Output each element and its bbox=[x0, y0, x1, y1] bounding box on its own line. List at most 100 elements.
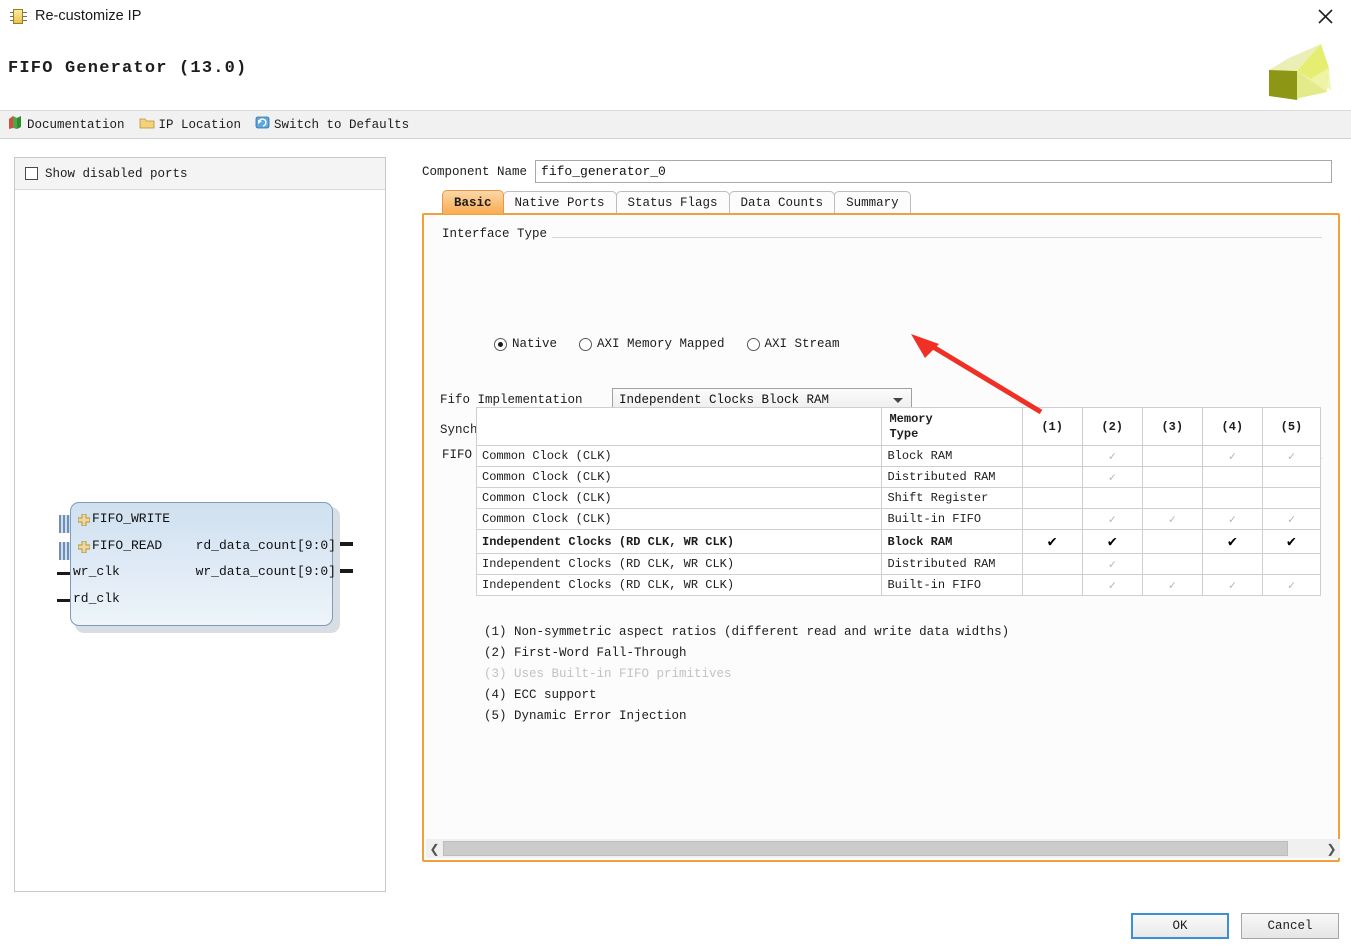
folder-icon bbox=[139, 116, 155, 134]
page-title: FIFO Generator (13.0) bbox=[8, 59, 248, 78]
chevron-left-icon[interactable]: ❮ bbox=[426, 840, 443, 857]
table-cell-memory: Block RAM bbox=[881, 445, 1023, 467]
table-cell-feature-4: ✓ bbox=[1201, 574, 1263, 596]
table-cell-memory: Block RAM bbox=[881, 529, 1023, 554]
footnote-2: (2) First-Word Fall-Through bbox=[484, 646, 687, 660]
table-cell-feature-1 bbox=[1021, 466, 1083, 488]
table-cell-feature-5: ✓ bbox=[1261, 445, 1322, 467]
scrollbar-track[interactable] bbox=[443, 841, 1323, 856]
radio-axi-memory-mapped[interactable]: AXI Memory Mapped bbox=[579, 337, 725, 351]
page-header: FIFO Generator (13.0) bbox=[0, 32, 1351, 110]
tab-summary-label: Summary bbox=[846, 196, 899, 210]
clk-pin-rd bbox=[57, 599, 70, 602]
radio-axi-stream-indicator bbox=[746, 337, 760, 351]
port-label-fifo-read: FIFO_READ bbox=[92, 538, 163, 553]
table-row: Common Clock (CLK) Block RAM ✓ ✓ ✓ bbox=[475, 445, 1322, 467]
config-area: Component Name Basic Native Ports Status… bbox=[420, 157, 1340, 892]
port-label-rd-clk: rd_clk bbox=[73, 591, 120, 606]
table-row: Independent Clocks (RD CLK, WR CLK) Block… bbox=[475, 529, 1322, 554]
table-cell-feature-1 bbox=[1021, 508, 1083, 530]
ip-location-label: IP Location bbox=[158, 117, 242, 132]
radio-native[interactable]: Native bbox=[494, 337, 557, 351]
show-disabled-ports-label: Show disabled ports bbox=[45, 166, 188, 181]
expand-icon-fifo-write[interactable] bbox=[77, 513, 91, 527]
table-cell-feature-3 bbox=[1141, 529, 1203, 554]
tab-native-ports[interactable]: Native Ports bbox=[502, 191, 617, 214]
table-cell-feature-5: ✔ bbox=[1261, 529, 1322, 554]
table-cell-feature-3 bbox=[1141, 487, 1203, 509]
table-cell-feature-4 bbox=[1201, 466, 1263, 488]
table-cell-memory: Built-in FIFO bbox=[881, 508, 1023, 530]
table-cell-clock: Common Clock (CLK) bbox=[475, 508, 883, 530]
table-header-col-2: (2) bbox=[1081, 407, 1143, 446]
table-cell-feature-3: ✓ bbox=[1141, 508, 1203, 530]
table-row: Common Clock (CLK) Distributed RAM ✓ bbox=[475, 466, 1322, 488]
table-row: Common Clock (CLK) Shift Register bbox=[475, 487, 1322, 509]
bus-pin-fifo-write bbox=[59, 515, 70, 533]
component-name-input[interactable] bbox=[535, 160, 1333, 183]
switch-to-defaults-button[interactable]: Switch to Defaults bbox=[255, 115, 409, 134]
bus-pin-fifo-read bbox=[59, 542, 70, 560]
radio-axi-stream-label: AXI Stream bbox=[764, 337, 840, 351]
fifo-implementation-label: Fifo Implementation bbox=[440, 392, 583, 407]
footnote-5: (5) Dynamic Error Injection bbox=[484, 709, 687, 723]
table-cell-clock: Independent Clocks (RD CLK, WR CLK) bbox=[475, 574, 883, 596]
port-label-fifo-write: FIFO_WRITE bbox=[92, 511, 171, 526]
table-cell-feature-5: ✓ bbox=[1261, 508, 1322, 530]
book-icon bbox=[8, 115, 23, 134]
dialog-buttons: OK Cancel bbox=[1131, 913, 1339, 939]
table-header-row: Memory Type (1) (2) (3) (4) (5) bbox=[475, 407, 1322, 446]
out-pin-wr-data-count bbox=[340, 569, 353, 573]
table-cell-feature-2: ✓ bbox=[1081, 466, 1143, 488]
documentation-label: Documentation bbox=[27, 117, 125, 132]
table-cell-feature-4: ✓ bbox=[1201, 445, 1263, 467]
ok-button-label: OK bbox=[1172, 919, 1188, 933]
show-disabled-ports-checkbox[interactable] bbox=[25, 167, 38, 180]
expand-icon-fifo-read[interactable] bbox=[77, 540, 91, 554]
table-header-col-4: (4) bbox=[1201, 407, 1263, 446]
scrollbar-thumb[interactable] bbox=[443, 841, 1288, 856]
table-cell-feature-5: ✓ bbox=[1261, 574, 1322, 596]
chevron-right-icon[interactable]: ❯ bbox=[1323, 840, 1340, 857]
window-titlebar: Re-customize IP bbox=[0, 0, 1351, 32]
interface-type-divider bbox=[552, 237, 1322, 238]
footnote-3: (3) Uses Built-in FIFO primitives bbox=[484, 667, 732, 681]
tab-summary[interactable]: Summary bbox=[834, 191, 911, 214]
table-cell-feature-1 bbox=[1021, 553, 1083, 575]
ip-symbol-panel: Show disabled ports FIFO_WRITE FIFO_READ… bbox=[14, 157, 386, 892]
switch-to-defaults-label: Switch to Defaults bbox=[274, 117, 410, 132]
tab-status-flags[interactable]: Status Flags bbox=[615, 191, 730, 214]
table-cell-feature-5 bbox=[1261, 553, 1322, 575]
ip-location-button[interactable]: IP Location bbox=[139, 116, 242, 134]
ok-button[interactable]: OK bbox=[1131, 913, 1229, 939]
table-cell-feature-4: ✓ bbox=[1201, 508, 1263, 530]
footnotes: (1) Non-symmetric aspect ratios (differe… bbox=[484, 625, 1009, 730]
re-customize-ip-window: Re-customize IP FIFO Generator (13.0) Do… bbox=[0, 0, 1351, 947]
table-cell-feature-1 bbox=[1021, 574, 1083, 596]
table-cell-clock: Common Clock (CLK) bbox=[475, 445, 883, 467]
tab-basic[interactable]: Basic bbox=[442, 190, 504, 214]
radio-axi-stream[interactable]: AXI Stream bbox=[746, 337, 840, 351]
table-cell-feature-2: ✓ bbox=[1081, 445, 1143, 467]
table-cell-clock: Independent Clocks (RD CLK, WR CLK) bbox=[475, 529, 883, 554]
fifo-implementation-value: Independent Clocks Block RAM bbox=[619, 392, 830, 407]
table-cell-clock: Independent Clocks (RD CLK, WR CLK) bbox=[475, 553, 883, 575]
component-name-label: Component Name bbox=[422, 164, 528, 179]
port-label-wr-clk: wr_clk bbox=[73, 564, 120, 579]
cancel-button-label: Cancel bbox=[1267, 919, 1313, 933]
radio-native-label: Native bbox=[512, 337, 558, 351]
table-header-memory-type: Memory Type bbox=[881, 407, 1023, 446]
close-icon[interactable] bbox=[1307, 2, 1343, 30]
cancel-button[interactable]: Cancel bbox=[1241, 913, 1339, 939]
table-cell-memory: Distributed RAM bbox=[881, 466, 1023, 488]
tab-native-ports-label: Native Ports bbox=[514, 196, 605, 210]
table-cell-feature-3: ✓ bbox=[1141, 574, 1203, 596]
show-disabled-ports-row: Show disabled ports bbox=[15, 158, 385, 190]
chip-icon bbox=[10, 8, 27, 25]
horizontal-scrollbar[interactable]: ❮ ❯ bbox=[426, 839, 1340, 858]
table-cell-feature-1 bbox=[1021, 487, 1083, 509]
supported-features-table: Memory Type (1) (2) (3) (4) (5) Common Clock (C… bbox=[475, 407, 1322, 596]
tab-data-counts[interactable]: Data Counts bbox=[728, 191, 836, 214]
table-row: Common Clock (CLK) Built-in FIFO ✓ ✓ ✓ ✓ bbox=[475, 508, 1322, 530]
documentation-button[interactable]: Documentation bbox=[8, 115, 125, 134]
